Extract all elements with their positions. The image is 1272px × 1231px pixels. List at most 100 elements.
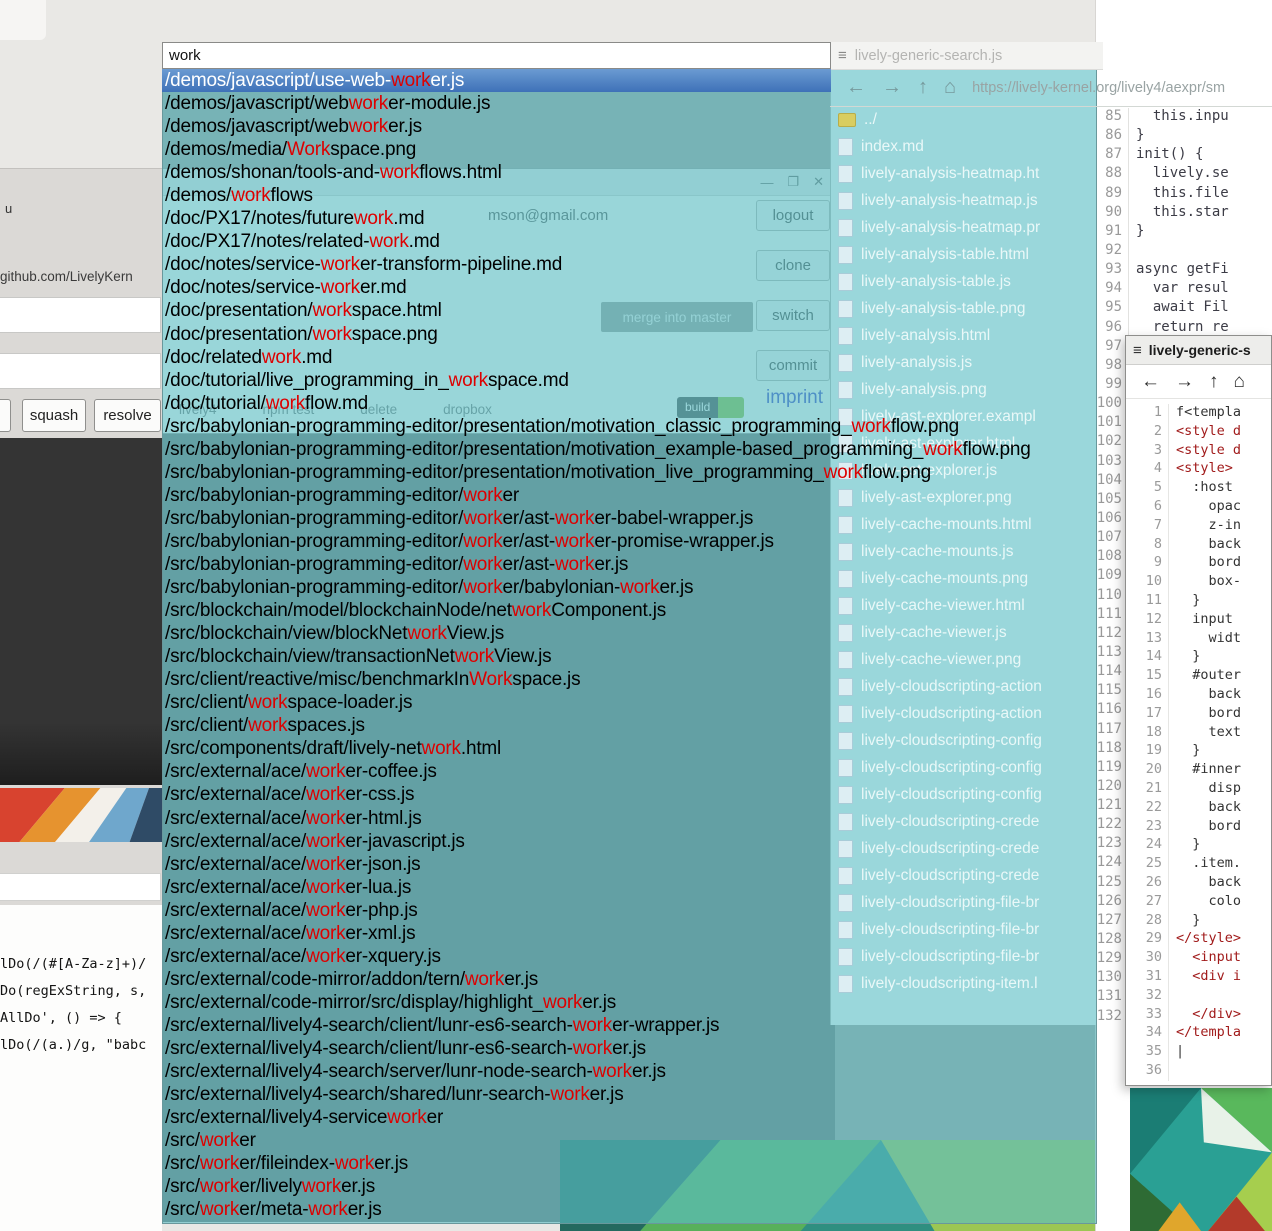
code-line: 27 colo [1126,893,1271,912]
code-editor-fragment[interactable]: lDo(/(#[A-Za-z]+)/Do(regExString, s,AllD… [0,951,146,1059]
search-result-row[interactable]: /demos/workflows [162,184,1095,207]
path-text: View.js [494,646,551,667]
search-result-row[interactable]: /src/external/ace/worker-coffee.js [162,760,1095,783]
search-result-row[interactable]: /src/client/reactive/misc/benchmarkInWor… [162,668,1095,691]
search-result-row[interactable]: /demos/shonan/tools-and-workflows.html [162,161,1095,184]
match-highlight: work [573,1015,612,1036]
search-result-row[interactable]: /src/babylonian-programming-editor/prese… [162,415,1095,438]
search-result-row[interactable]: /src/babylonian-programming-editor/worke… [162,530,1095,553]
menu-icon[interactable]: ≡ [838,47,847,64]
match-highlight: work [200,1153,239,1174]
line-number: 93 [1095,261,1128,280]
search-result-row[interactable]: /doc/notes/service-worker-transform-pipe… [162,253,1095,276]
code-line: 15 #outer [1126,667,1271,686]
back-icon[interactable]: ← [1141,371,1160,393]
search-result-row[interactable]: /src/babylonian-programming-editor/worke… [162,553,1095,576]
search-result-row[interactable]: /doc/notes/service-worker.md [162,276,1095,299]
path-text: /src/external/ace/ [165,854,306,875]
search-result-row[interactable]: /doc/PX17/notes/related-work.md [162,230,1095,253]
search-input[interactable] [162,42,831,69]
path-text: /doc/related [165,347,262,368]
search-result-row[interactable]: /src/worker [162,1129,1095,1152]
code-line: 11 } [1126,592,1271,611]
path-text: /doc/presentation/ [165,300,312,321]
search-result-row[interactable]: /src/blockchain/model/blockchainNode/net… [162,599,1095,622]
home-icon[interactable]: ⌂ [1234,371,1245,393]
search-result-row[interactable]: /src/blockchain/view/blockNetworkView.js [162,622,1095,645]
search-result-row[interactable]: /src/babylonian-programming-editor/prese… [162,461,1095,484]
squash-button[interactable]: squash [22,399,86,432]
search-result-row[interactable]: /src/components/draft/lively-network.htm… [162,737,1095,760]
path-text: /src/external/ace/ [165,831,306,852]
search-result-row[interactable]: /src/external/lively4-search/client/lunr… [162,1037,1095,1060]
path-text: .html [461,738,501,759]
resolve-button[interactable]: resolve [94,399,161,432]
search-result-row[interactable]: /doc/presentation/workspace.png [162,323,1095,346]
search-result-row[interactable]: /src/blockchain/view/transactionNetworkV… [162,645,1095,668]
search-result-row[interactable]: /doc/presentation/workspace.html [162,299,1095,322]
search-result-row[interactable]: /src/external/ace/worker-xml.js [162,922,1095,945]
search-result-row[interactable]: /doc/tutorial/workflow.md [162,392,1095,415]
up-icon[interactable]: ↑ [1209,371,1219,393]
code-text: back [1168,799,1241,818]
menu-icon[interactable]: ≡ [1133,342,1142,359]
search-result-row[interactable]: /src/worker/livelyworker.js [162,1175,1095,1198]
input-field[interactable] [0,353,161,389]
search-result-row[interactable]: /src/external/ace/worker-php.js [162,899,1095,922]
search-result-row[interactable]: /doc/PX17/notes/futurework.md [162,207,1095,230]
search-result-row[interactable]: /src/external/code-mirror/src/display/hi… [162,991,1095,1014]
search-result-row[interactable]: /src/client/workspaces.js [162,714,1095,737]
search-result-row[interactable]: /src/external/lively4-search/shared/lunr… [162,1083,1095,1106]
match-highlight: work [248,692,287,713]
search-result-row[interactable]: /src/external/ace/worker-css.js [162,783,1095,806]
code-text: #outer [1168,667,1241,686]
search-result-row[interactable]: /src/worker/meta-worker.js [162,1198,1095,1221]
line-number: 6 [1126,498,1168,517]
search-result-row[interactable]: /src/external/code-mirror/addon/tern/wor… [162,968,1095,991]
line-number: 94 [1095,280,1128,299]
search-result-row[interactable]: /src/babylonian-programming-editor/worke… [162,576,1095,599]
search-result-row[interactable]: /src/external/lively4-search/server/lunr… [162,1060,1095,1083]
search-result-row[interactable]: /src/external/ace/worker-html.js [162,807,1095,830]
search-result-row[interactable]: /src/external/lively4-search/client/lunr… [162,1014,1095,1037]
path-text: space.html [352,300,442,321]
search-result-row[interactable]: /demos/media/Workspace.png [162,138,1095,161]
search-result-row[interactable]: /doc/relatedwork.md [162,346,1095,369]
github-url-text: github.com/LivelyKern [0,269,133,284]
path-text: er-babel-wrapper.js [594,508,753,529]
search-result-row[interactable]: /src/external/ace/worker-javascript.js [162,830,1095,853]
search-result-row[interactable]: /src/external/lively4-serviceworker [162,1106,1095,1129]
path-text: er-wrapper.js [612,1015,719,1036]
search-result-row[interactable]: /src/client/workspace-loader.js [162,691,1095,714]
search-result-row[interactable]: /demos/javascript/webworker.js [162,115,1095,138]
match-highlight: work [312,300,351,321]
search-result-row[interactable]: /doc/tutorial/live_programming_in_worksp… [162,369,1095,392]
code-line: 93async getFi [1095,261,1272,280]
cut-button[interactable]: f [0,399,11,432]
code-line: 4<style> [1126,460,1271,479]
code-editor[interactable]: 1f<templa2<style d3<style d4<style>5 :ho… [1126,399,1271,1081]
line-number: 25 [1126,855,1168,874]
search-result-row[interactable]: /src/external/ace/worker-xquery.js [162,945,1095,968]
search-result-row[interactable]: /demos/javascript/webworker-module.js [162,92,1095,115]
search-result-row[interactable]: /src/babylonian-programming-editor/worke… [162,507,1095,530]
path-text: /demos/media/ [165,139,287,160]
line-number: 129 [1095,950,1128,969]
file-browser-titlebar: ≡ lively-generic-search.js [830,42,1103,70]
search-result-row[interactable]: /src/babylonian-programming-editor/worke… [162,484,1095,507]
search-result-row[interactable]: /src/babylonian-programming-editor/prese… [162,438,1095,461]
code-text: bord [1168,705,1241,724]
search-result-row[interactable]: /demos/javascript/use-web-worker.js [162,69,831,92]
path-text: /src/blockchain/view/transactionNet [165,646,455,667]
code-line: 92 [1095,242,1272,261]
input-field[interactable] [0,297,161,333]
search-result-row[interactable]: /src/external/ace/worker-json.js [162,853,1095,876]
input-field[interactable] [0,873,161,901]
line-number: 132 [1095,1008,1128,1027]
forward-icon[interactable]: → [1175,371,1194,393]
code-text: } [1168,912,1200,931]
code-line: 89 this.file [1095,185,1272,204]
search-result-row[interactable]: /src/external/ace/worker-lua.js [162,876,1095,899]
search-result-row[interactable]: /src/worker/fileindex-worker.js [162,1152,1095,1175]
match-highlight: Work [287,139,330,160]
